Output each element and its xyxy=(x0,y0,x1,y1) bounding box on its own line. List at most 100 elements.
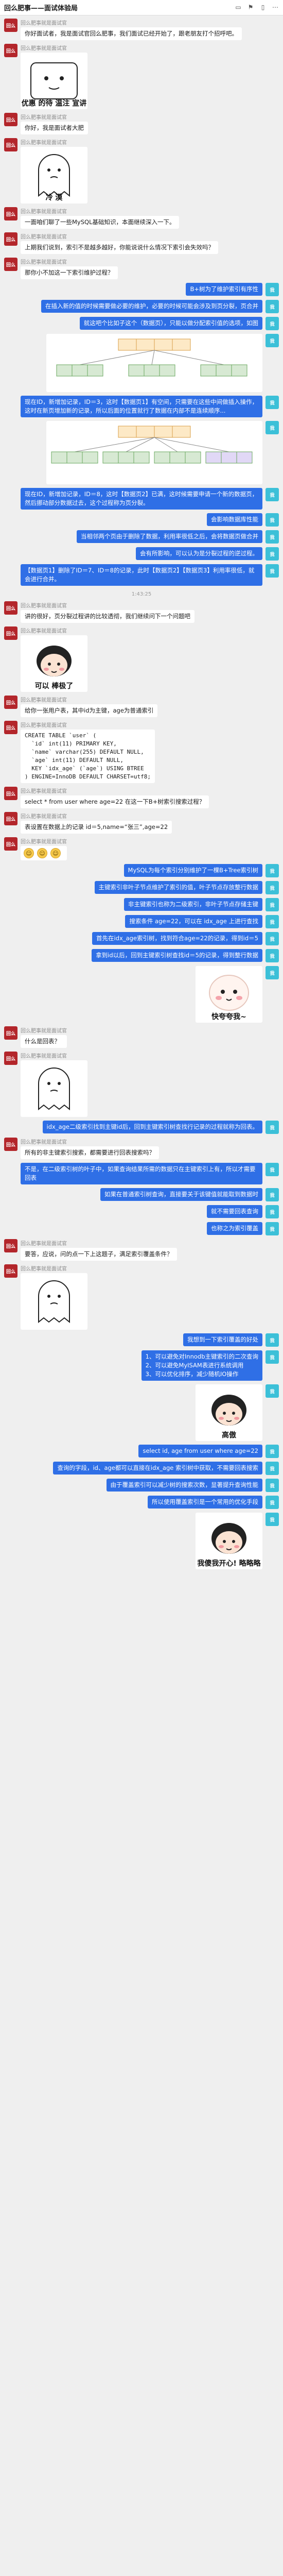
message-bubble[interactable]: 非主键索引也称为二级索引，非叶子节点存储主键 xyxy=(124,898,262,911)
my-avatar[interactable]: 我 xyxy=(266,513,279,527)
sticker-image[interactable]: 高傲 xyxy=(196,1384,262,1441)
sticker-image[interactable]: 快夸夸我~ xyxy=(196,966,262,1023)
code-message[interactable]: CREATE TABLE `user` ( `id` int(11) PRIMA… xyxy=(21,730,155,783)
interviewer-avatar[interactable]: 回么 xyxy=(4,601,17,615)
message-bubble[interactable]: 你好，我是面试者大肥 xyxy=(21,122,88,134)
message-bubble[interactable]: idx_age二级索引找到主键id后，回到主键索引树查找行记录的过程就称为回表。 xyxy=(42,1121,262,1133)
message-bubble[interactable]: 就不需要回表查询 xyxy=(207,1205,262,1218)
sticker-image[interactable] xyxy=(21,1060,87,1117)
message-bubble[interactable]: 所以使用覆盖索引是一个常用的优化手段 xyxy=(148,1496,262,1509)
my-avatar[interactable]: 我 xyxy=(266,421,279,434)
my-avatar[interactable]: 我 xyxy=(266,1350,279,1364)
interviewer-avatar[interactable]: 回么 xyxy=(4,232,17,246)
sticker-image[interactable]: 可以 棒极了 xyxy=(21,635,87,692)
interviewer-avatar[interactable]: 回么 xyxy=(4,44,17,57)
message-bubble[interactable]: 拿到id以后，回到主键索引树查找id＝5的记录，得到整行数据 xyxy=(92,949,262,962)
btree-diagram-image[interactable] xyxy=(46,334,262,392)
my-avatar[interactable]: 我 xyxy=(266,915,279,928)
my-avatar[interactable]: 我 xyxy=(266,396,279,409)
list-message[interactable]: 1、可以避免对Innodb主键索引的二次查询 2、可以避免MyISAM表进行系统调… xyxy=(141,1350,262,1381)
sticker-image[interactable]: 优惠 的待 温注 宣讲 xyxy=(21,53,87,109)
sticker-image[interactable]: 冷 漠 xyxy=(21,147,87,204)
my-avatar[interactable]: 我 xyxy=(266,317,279,330)
message-bubble[interactable]: 【数据页1】删除了ID＝7、ID＝8的记录，此时【数据页2】【数据页3】利用率很… xyxy=(21,564,262,586)
message-bubble[interactable]: 由于覆盖索引可以减少树的搜索次数，显著提升查询性能 xyxy=(106,1479,262,1492)
message-bubble[interactable]: B+树为了维护索引有序性 xyxy=(186,283,262,296)
my-avatar[interactable]: 我 xyxy=(266,530,279,544)
message-bubble[interactable]: select * from user where age=22 在这一下B+树索… xyxy=(21,795,209,808)
flag-icon[interactable]: ⚑ xyxy=(247,4,254,11)
my-avatar[interactable]: 我 xyxy=(266,283,279,296)
my-avatar[interactable]: 我 xyxy=(266,881,279,894)
my-avatar[interactable]: 我 xyxy=(266,949,279,962)
btree-diagram-image[interactable] xyxy=(46,421,262,484)
message-bubble[interactable]: 当相邻两个页由于删除了数据，利用率很低之后，会将数据页做合并 xyxy=(77,530,262,543)
interviewer-avatar[interactable]: 回么 xyxy=(4,138,17,151)
emoji-message[interactable]: ☺ ☺ ☺ xyxy=(21,846,67,860)
my-avatar[interactable]: 我 xyxy=(266,334,279,347)
message-bubble[interactable]: 现在ID，新增加记录，ID＝3，这时【数据页1】有空间，只需要在这些中间做插入操… xyxy=(21,396,262,417)
message-bubble[interactable]: 所有的非主键索引搜索，都需要进行回表搜索吗？ xyxy=(21,1146,159,1159)
my-avatar[interactable]: 我 xyxy=(266,1121,279,1134)
interviewer-avatar[interactable]: 回么 xyxy=(4,626,17,640)
message-bubble[interactable]: 你好面试者，我是面试官回么肥事，我们面试已经开始了，跟老朋友打个招呼吧。 xyxy=(21,27,242,40)
message-bubble[interactable]: 如果在普通索引树查询，直接要关于该键值就能取到数据时 xyxy=(100,1188,262,1201)
message-bubble[interactable]: 主键索引非叶子节点维护了索引的值，叶子节点存放整行数据 xyxy=(94,881,262,894)
interviewer-avatar[interactable]: 回么 xyxy=(4,1264,17,1278)
message-bubble[interactable]: 就这吧个比如子这个（数据页），只能以做分配索引值的选项，如图 xyxy=(79,317,262,330)
my-avatar[interactable]: 我 xyxy=(266,1188,279,1201)
message-bubble[interactable]: 什么是回表？ xyxy=(21,1035,67,1048)
message-bubble[interactable]: 讲的很好，页分裂过程讲的比较透彻，我们继续问下一个问题吧 xyxy=(21,610,194,623)
my-avatar[interactable]: 我 xyxy=(266,564,279,578)
my-avatar[interactable]: 我 xyxy=(266,1496,279,1509)
message-bubble[interactable]: 也称之为索引覆盖 xyxy=(207,1222,262,1235)
interviewer-avatar[interactable]: 回么 xyxy=(4,787,17,800)
my-avatar[interactable]: 我 xyxy=(266,1384,279,1398)
folder-icon[interactable]: ▭ xyxy=(235,4,242,11)
interviewer-avatar[interactable]: 回么 xyxy=(4,721,17,734)
interviewer-avatar[interactable]: 回么 xyxy=(4,696,17,709)
my-avatar[interactable]: 我 xyxy=(266,547,279,561)
message-bubble[interactable]: 一面咱们聊了一些MySQL基础知识，本面继续深入一下。 xyxy=(21,216,180,229)
message-bubble[interactable]: 要答，应说，问的点一下上这题子，满足索引覆盖条件？ xyxy=(21,1248,177,1261)
my-avatar[interactable]: 我 xyxy=(266,488,279,501)
interviewer-avatar[interactable]: 回么 xyxy=(4,113,17,126)
message-bubble[interactable]: 会有所影响，可以认为是分裂过程的逆过程。 xyxy=(136,547,262,560)
my-avatar[interactable]: 我 xyxy=(266,1222,279,1235)
interviewer-avatar[interactable]: 回么 xyxy=(4,1052,17,1065)
sticker-image[interactable] xyxy=(21,1273,87,1330)
message-bubble[interactable]: 不是，在二级索引树的叶子中，如果查询结果所需的数据只在主键索引上有，所以才需要回… xyxy=(21,1163,262,1184)
interviewer-avatar[interactable]: 回么 xyxy=(4,207,17,221)
my-avatar[interactable]: 我 xyxy=(266,1333,279,1347)
interviewer-avatar[interactable]: 回么 xyxy=(4,812,17,825)
my-avatar[interactable]: 我 xyxy=(266,932,279,945)
message-bubble[interactable]: 首先在idx_age索引树，找到符合age=22的记录，得到id＝5 xyxy=(92,932,262,945)
message-bubble[interactable]: 那你小不加这一下索引维护过程？ xyxy=(21,266,118,279)
message-bubble[interactable]: MySQL为每个索引分别维护了一棵B+Tree索引树 xyxy=(123,864,262,877)
interviewer-avatar[interactable]: 回么 xyxy=(4,258,17,271)
chat-history[interactable]: 回么 回么肥事就是面试官 你好面试者，我是面试官回么肥事，我们面试已经开始了，跟老朋… xyxy=(0,15,283,1576)
interviewer-avatar[interactable]: 回么 xyxy=(4,1138,17,1151)
sticker-image[interactable]: 我傻我开心! 略略略 xyxy=(196,1513,262,1569)
my-avatar[interactable]: 我 xyxy=(266,966,279,979)
message-bubble[interactable]: 表设置在数据上的记录 id＝5,name=“张三”,age=22 xyxy=(21,821,172,834)
message-bubble[interactable]: 查询的字段，id、age都可以直接在idx_age 索引树中获取，不需要回表搜索 xyxy=(53,1462,262,1475)
message-bubble[interactable]: 会影响数据库性能 xyxy=(207,513,262,526)
interviewer-avatar[interactable]: 回么 xyxy=(4,1026,17,1040)
my-avatar[interactable]: 我 xyxy=(266,1462,279,1475)
my-avatar[interactable]: 我 xyxy=(266,300,279,313)
message-bubble[interactable]: select id, age from user where age=22 xyxy=(138,1445,262,1458)
interviewer-avatar[interactable]: 回么 xyxy=(4,1239,17,1252)
my-avatar[interactable]: 我 xyxy=(266,898,279,911)
my-avatar[interactable]: 我 xyxy=(266,1513,279,1526)
interviewer-avatar[interactable]: 回么 xyxy=(4,19,17,32)
message-bubble[interactable]: 上期我们说到，索引不是越多越好，你能说说什么情况下索引会失效吗？ xyxy=(21,241,218,254)
my-avatar[interactable]: 我 xyxy=(266,1445,279,1458)
message-bubble[interactable]: 现在ID，新增加记录，ID＝8，这时【数据页2】已满，这时候需要申请一个新的数据… xyxy=(21,488,262,510)
document-icon[interactable]: ▯ xyxy=(259,4,267,11)
message-bubble[interactable]: 搜索条件 age=22，可以在 idx_age 上进行查找 xyxy=(125,915,262,928)
message-bubble[interactable]: 我想到一下索引覆盖的好处 xyxy=(183,1333,262,1346)
message-bubble[interactable]: 在插入新的值的时候需要做必要的维护，必要的时候可能会涉及到页分裂，页合并 xyxy=(41,300,262,313)
my-avatar[interactable]: 我 xyxy=(266,1163,279,1176)
my-avatar[interactable]: 我 xyxy=(266,1479,279,1492)
